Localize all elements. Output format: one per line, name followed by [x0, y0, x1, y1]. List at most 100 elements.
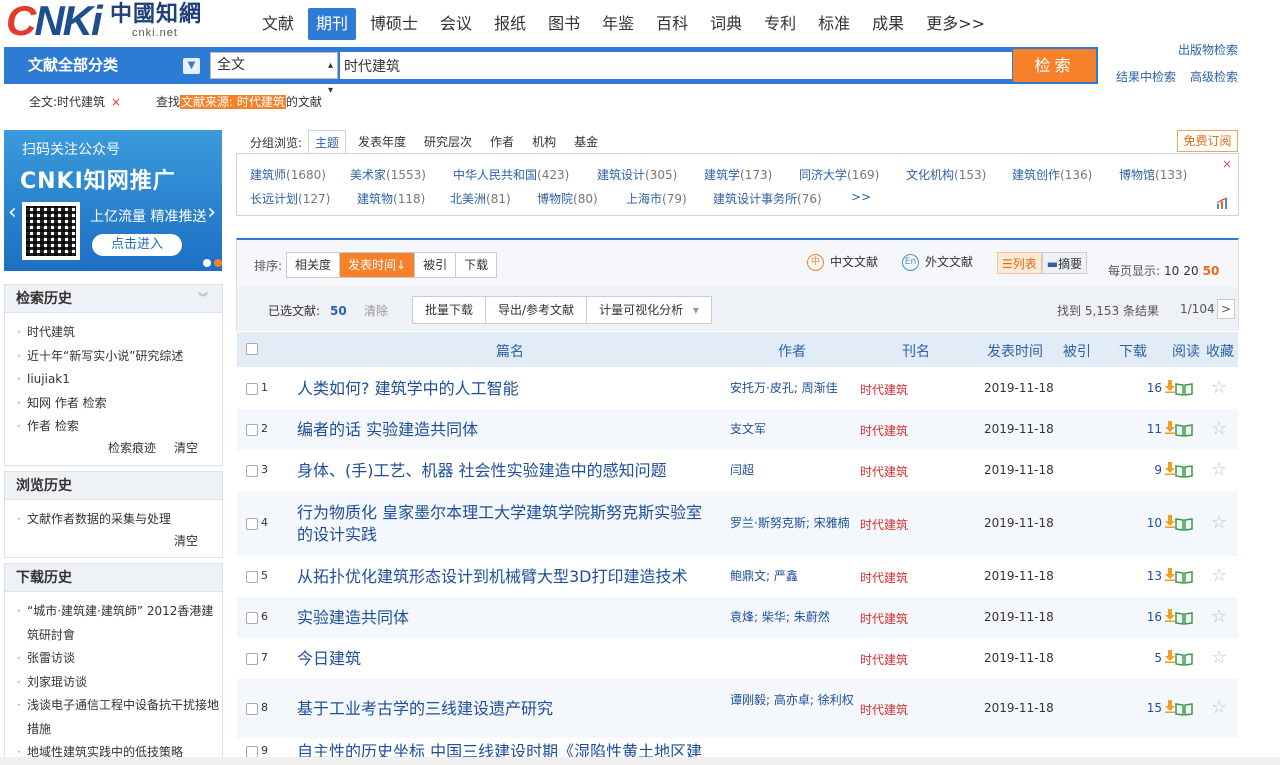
nav-item-6[interactable]: 年鉴	[594, 8, 642, 40]
article-title-link[interactable]: 基于工业考古学的三线建设遗产研究	[297, 698, 717, 720]
close-icon[interactable]: ×	[1222, 157, 1232, 171]
sort-button[interactable]: 被引	[415, 253, 457, 277]
article-authors[interactable]: 支文军	[730, 421, 854, 438]
search-history-item[interactable]: 作者 检索	[17, 415, 222, 439]
journal-name-link[interactable]: 时代建筑	[860, 651, 908, 668]
category-select[interactable]: 文献全部分类 ▼	[6, 49, 208, 82]
journal-name-link[interactable]: 时代建筑	[860, 610, 908, 627]
favorite-star-icon[interactable]: ☆	[1211, 647, 1227, 668]
sort-button[interactable]: 发表时间↓	[340, 253, 416, 277]
chart-icon[interactable]	[1216, 197, 1230, 209]
download-count[interactable]: 11	[1122, 422, 1162, 436]
read-book-icon[interactable]	[1175, 517, 1193, 531]
facet-item[interactable]: 北美洲(81)	[450, 190, 511, 207]
list-view-button[interactable]: ☰列表	[997, 252, 1042, 274]
col-downloads[interactable]: 下载	[1119, 341, 1147, 361]
download-count[interactable]: 13	[1122, 569, 1162, 583]
nav-item-5[interactable]: 图书	[540, 8, 588, 40]
nav-item-4[interactable]: 报纸	[486, 8, 534, 40]
article-authors[interactable]: 谭刚毅; 高亦卓; 徐利权	[730, 692, 854, 709]
facet-tab[interactable]: 作者	[484, 130, 520, 154]
row-checkbox[interactable]	[246, 423, 258, 436]
read-book-icon[interactable]	[1175, 570, 1193, 584]
nav-item-2[interactable]: 博硕士	[362, 8, 426, 40]
carousel-next-icon[interactable]: ›	[207, 200, 216, 225]
facet-tab[interactable]: 机构	[526, 130, 562, 154]
row-checkbox[interactable]	[246, 570, 258, 583]
facet-item[interactable]: 上海市(79)	[626, 190, 687, 207]
facet-item[interactable]: 建筑师(1680)	[250, 166, 326, 183]
row-checkbox[interactable]	[246, 464, 258, 477]
download-count[interactable]: 9	[1122, 463, 1162, 477]
search-history-item[interactable]: 知网 作者 检索	[17, 392, 222, 416]
promo-enter-button[interactable]: 点击进入	[92, 234, 182, 256]
article-authors[interactable]: 袁烽; 柴华; 朱蔚然	[730, 609, 854, 626]
download-icon[interactable]	[1165, 461, 1175, 475]
article-title-link[interactable]: 身体、(手)工艺、机器 社会性实验建造中的感知问题	[297, 460, 717, 482]
facet-item[interactable]: 建筑设计(305)	[597, 166, 677, 183]
facet-item[interactable]: 建筑物(118)	[357, 190, 425, 207]
nav-item-1[interactable]: 期刊	[308, 8, 357, 40]
search-button[interactable]: 检索	[1013, 49, 1096, 82]
favorite-star-icon[interactable]: ☆	[1211, 377, 1227, 398]
favorite-star-icon[interactable]: ☆	[1211, 459, 1227, 480]
foreign-literature-toggle[interactable]: En 外文文献	[902, 253, 973, 271]
search-input[interactable]	[340, 52, 1012, 79]
source-highlight[interactable]: 文献来源: 时代建筑	[180, 95, 286, 109]
read-book-icon[interactable]	[1175, 611, 1193, 625]
select-all-checkbox[interactable]	[246, 343, 258, 359]
nav-item-10[interactable]: 标准	[810, 8, 858, 40]
journal-name-link[interactable]: 时代建筑	[860, 381, 908, 398]
batch-button[interactable]: 批量下载	[413, 297, 487, 323]
article-authors[interactable]: 闫超	[730, 462, 854, 479]
facet-item[interactable]: 建筑学(173)	[704, 166, 772, 183]
advanced-search-link[interactable]: 高级检索	[1190, 68, 1238, 85]
download-history-item[interactable]: 张雷访谈	[17, 647, 222, 671]
row-checkbox[interactable]	[246, 745, 258, 758]
read-book-icon[interactable]	[1175, 382, 1193, 396]
col-cited[interactable]: 被引	[1063, 341, 1091, 361]
remove-filter-icon[interactable]: ×	[111, 95, 121, 109]
facet-more-link[interactable]: >>	[851, 190, 871, 204]
read-book-icon[interactable]	[1175, 464, 1193, 478]
search-in-results-link[interactable]: 结果中检索	[1116, 68, 1176, 85]
sort-button[interactable]: 相关度	[287, 253, 341, 277]
download-count[interactable]: 16	[1122, 610, 1162, 624]
journal-name-link[interactable]: 时代建筑	[860, 422, 908, 439]
facet-item[interactable]: 美术家(1553)	[350, 166, 426, 183]
facet-item[interactable]: 中华人民共和国(423)	[453, 166, 569, 183]
article-title-link[interactable]: 行为物质化 皇家墨尔本理工大学建筑学院斯努克斯实验室的设计实践	[297, 502, 717, 546]
facet-tab[interactable]: 基金	[568, 130, 604, 154]
per-page-option[interactable]: 20	[1183, 264, 1198, 278]
article-authors[interactable]: 安托万·皮孔; 周渐佳	[730, 380, 854, 397]
facet-item[interactable]: 博物院(80)	[537, 190, 598, 207]
download-count[interactable]: 10	[1122, 516, 1162, 530]
download-icon[interactable]	[1165, 379, 1175, 393]
journal-name-link[interactable]: 时代建筑	[860, 701, 908, 718]
cnki-logo[interactable]: CNKi 中國知網 cnki.net	[6, 0, 221, 42]
nav-item-9[interactable]: 专利	[756, 8, 804, 40]
clear-selection-link[interactable]: 清除	[364, 302, 388, 319]
favorite-star-icon[interactable]: ☆	[1211, 512, 1227, 533]
clear-search-history[interactable]: 清空	[174, 441, 198, 455]
free-subscribe-button[interactable]: 免费订阅	[1177, 130, 1238, 152]
article-title-link[interactable]: 从拓扑优化建筑形态设计到机械臂大型3D打印建造技术	[297, 566, 717, 588]
batch-button[interactable]: 计量可视化分析 ▾	[587, 297, 711, 323]
facet-item[interactable]: 文化机构(153)	[906, 166, 986, 183]
col-title[interactable]: 篇名	[496, 341, 524, 361]
download-icon[interactable]	[1165, 608, 1175, 622]
download-history-item[interactable]: 浅谈电子通信工程中设备抗干扰接地措施	[17, 694, 222, 741]
download-icon[interactable]	[1165, 514, 1175, 528]
facet-tab[interactable]: 研究层次	[418, 130, 478, 154]
col-journal[interactable]: 刊名	[902, 341, 930, 361]
download-count[interactable]: 5	[1122, 651, 1162, 665]
carousel-prev-icon[interactable]: ‹	[8, 200, 17, 225]
download-history-item[interactable]: 刘家琨访谈	[17, 671, 222, 695]
journal-name-link[interactable]: 时代建筑	[860, 569, 908, 586]
download-count[interactable]: 15	[1122, 701, 1162, 715]
article-title-link[interactable]: 人类如何? 建筑学中的人工智能	[297, 378, 717, 400]
facet-tab[interactable]: 发表年度	[352, 130, 412, 154]
search-field-select[interactable]: 全文 ▴ ▾	[210, 52, 338, 96]
chevron-down-icon[interactable]: ▼	[183, 58, 200, 74]
carousel-dot[interactable]	[203, 259, 211, 267]
